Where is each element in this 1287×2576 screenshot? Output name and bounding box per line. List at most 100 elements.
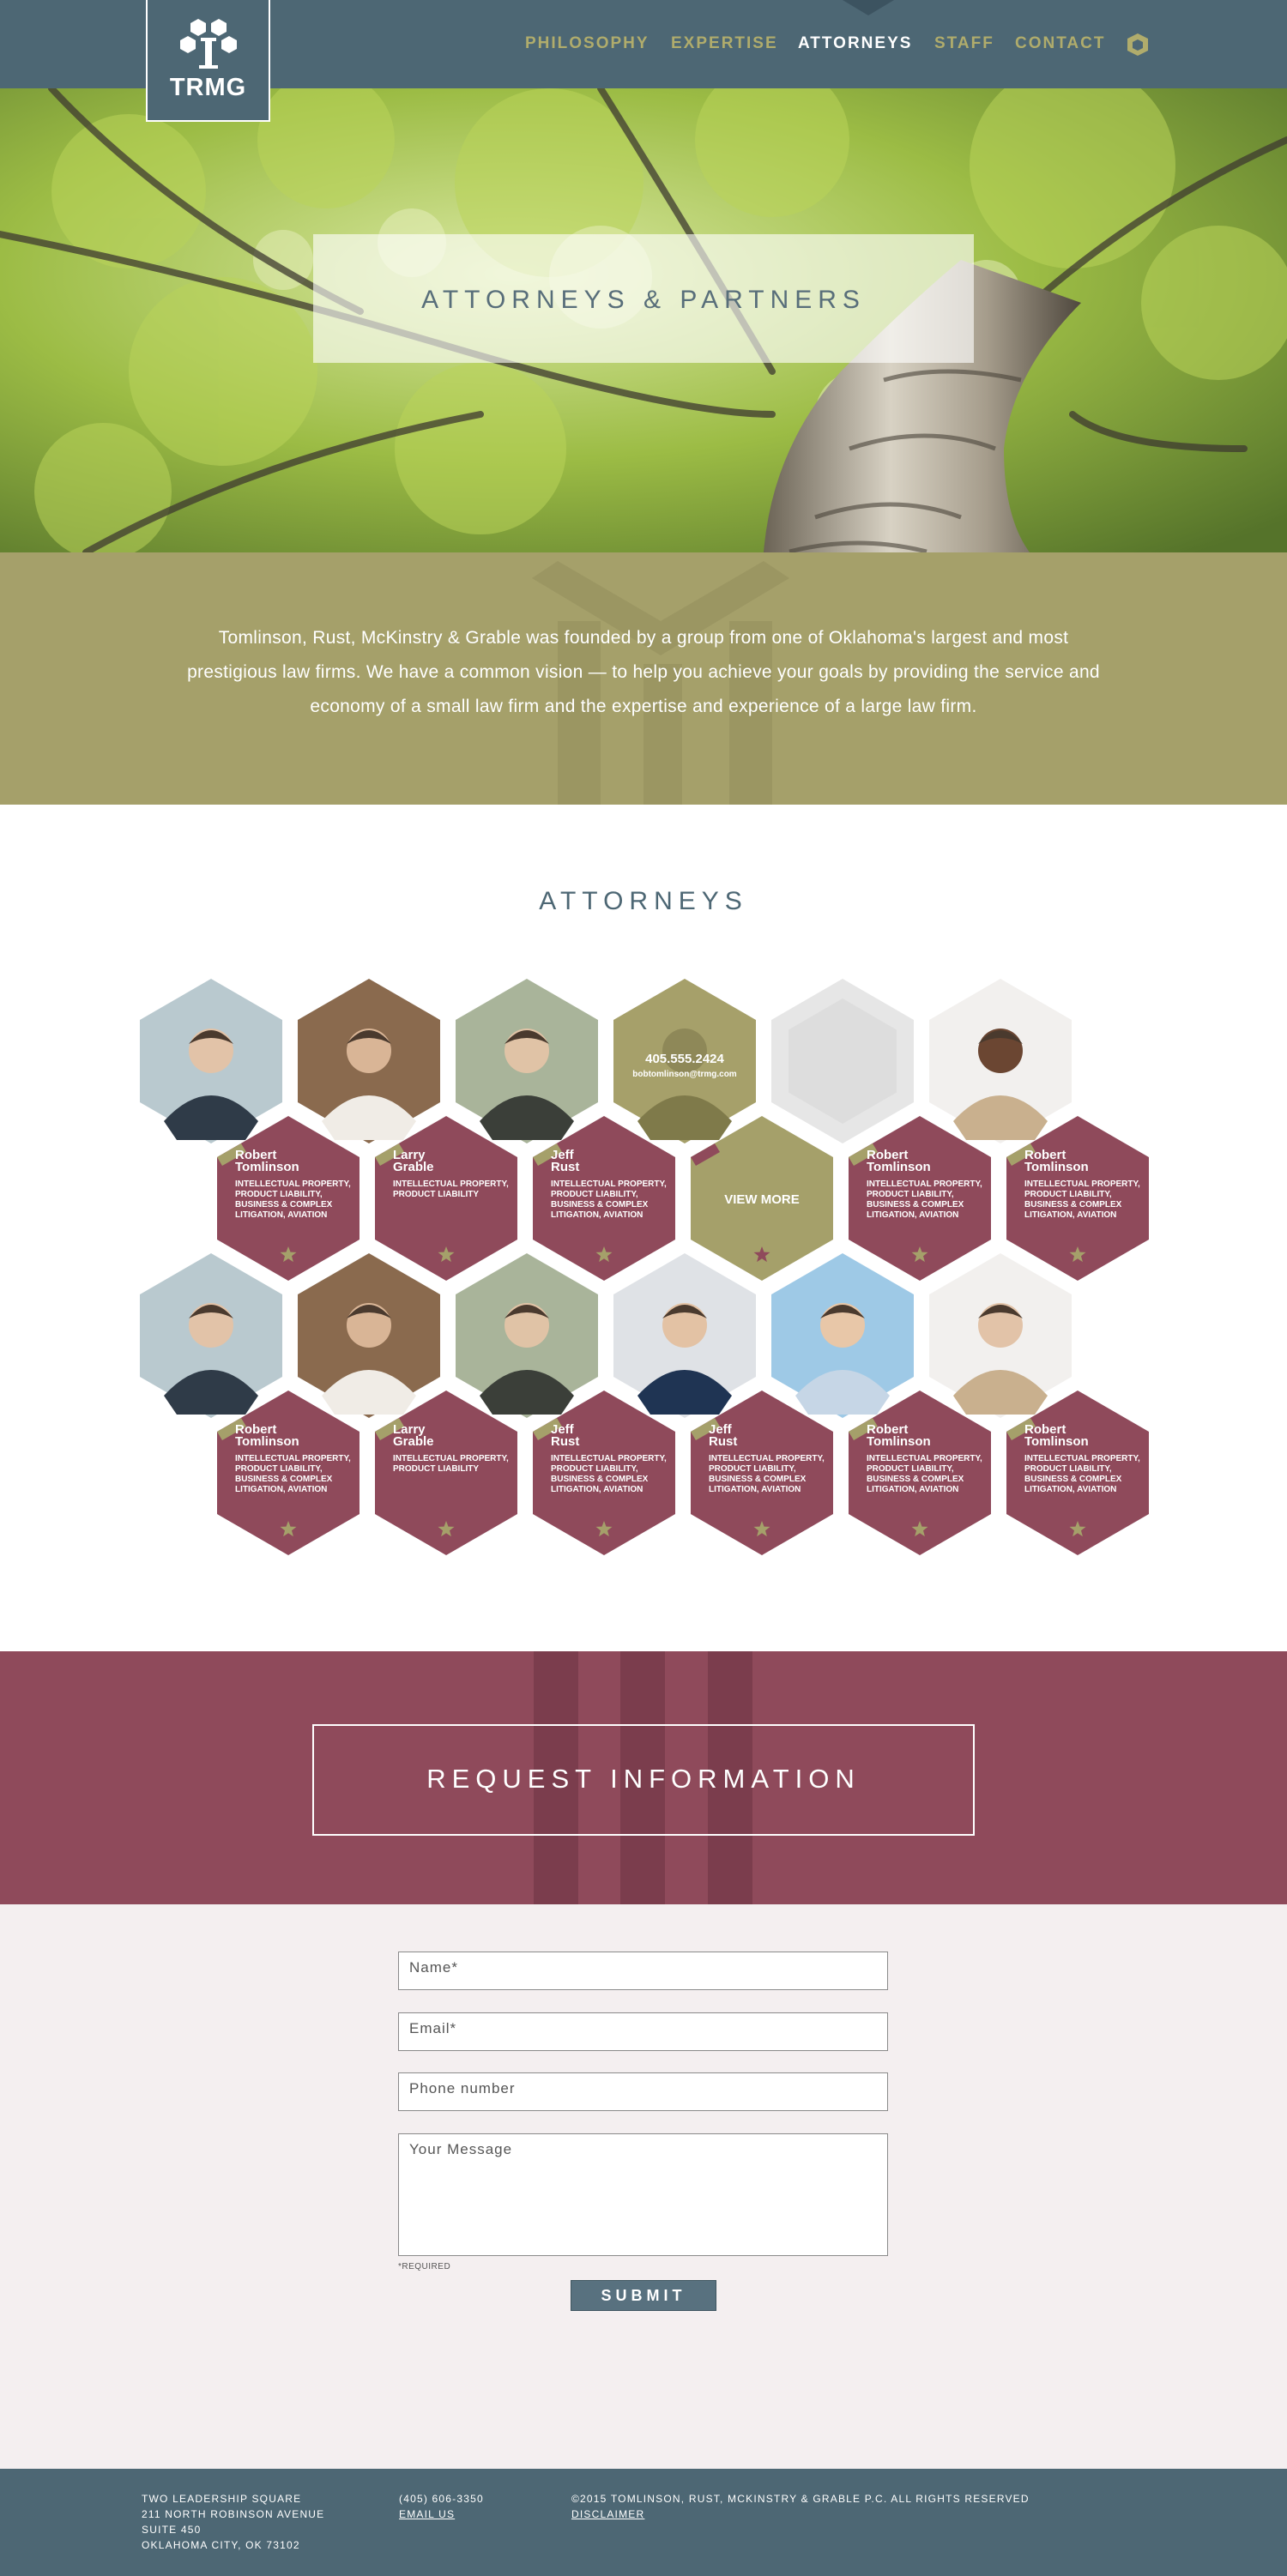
attorney-last-name: Rust [709, 1434, 737, 1449]
attorney-practice-area: INTELLECTUAL PROPERTY, [867, 1179, 982, 1189]
attorney-photo[interactable] [298, 979, 440, 1143]
attorney-last-name: Tomlinson [1024, 1160, 1089, 1174]
logo[interactable]: TRMG [146, 0, 270, 122]
attorney-photo[interactable] [771, 979, 914, 1143]
hover-email[interactable]: bobtomlinson@trmg.com [632, 1070, 737, 1079]
attorney-photo[interactable] [140, 1253, 282, 1418]
attorney-practice-area: INTELLECTUAL PROPERTY, [1024, 1179, 1140, 1189]
attorney-practice-area: BUSINESS & COMPLEX [1024, 1200, 1122, 1210]
request-title-box: REQUEST INFORMATION [312, 1724, 975, 1836]
attorney-practice-area: PRODUCT LIABILITY [393, 1190, 479, 1199]
attorney-practice-area: BUSINESS & COMPLEX [551, 1200, 649, 1210]
attorney-photo[interactable] [771, 1253, 914, 1418]
submit-button[interactable]: SUBMIT [571, 2280, 716, 2311]
shield-icon[interactable] [1127, 33, 1149, 57]
attorney-card[interactable]: RobertTomlinsonINTELLECTUAL PROPERTY,PRO… [1006, 1116, 1149, 1281]
address-line: SUITE 450 [142, 2524, 202, 2536]
site-footer: TWO LEADERSHIP SQUARE 211 NORTH ROBINSON… [0, 2469, 1287, 2576]
required-note: *REQUIRED [398, 2262, 451, 2271]
attorney-practice-area: BUSINESS & COMPLEX [709, 1475, 807, 1484]
attorney-photo[interactable] [456, 979, 598, 1143]
footer-contact: (405) 606-3350 EMAIL US [399, 2491, 484, 2522]
attorney-practice-area: LITIGATION, AVIATION [235, 1485, 327, 1494]
attorney-card[interactable]: RobertTomlinsonINTELLECTUAL PROPERTY,PRO… [1006, 1391, 1149, 1555]
attorney-practice-area: INTELLECTUAL PROPERTY, [551, 1179, 667, 1189]
attorney-card[interactable]: LarryGrableINTELLECTUAL PROPERTY,PRODUCT… [375, 1116, 517, 1281]
attorney-practice-area: BUSINESS & COMPLEX [867, 1475, 964, 1484]
email-us-link[interactable]: EMAIL US [399, 2507, 484, 2522]
request-info-section: REQUEST INFORMATION [0, 1651, 1287, 1904]
attorney-last-name: Grable [393, 1160, 434, 1174]
attorney-practice-area: LITIGATION, AVIATION [709, 1485, 801, 1494]
attorney-practice-area: LITIGATION, AVIATION [1024, 1485, 1116, 1494]
attorney-card[interactable]: RobertTomlinsonINTELLECTUAL PROPERTY,PRO… [849, 1116, 991, 1281]
attorney-practice-area: PRODUCT LIABILITY, [235, 1464, 323, 1474]
attorneys-heading: ATTORNEYS [539, 887, 748, 915]
attorney-practice-area: BUSINESS & COMPLEX [551, 1475, 649, 1484]
attorney-practice-area: PRODUCT LIABILITY, [1024, 1190, 1112, 1199]
attorney-photo[interactable] [298, 1253, 440, 1418]
attorney-card[interactable]: RobertTomlinsonINTELLECTUAL PROPERTY,PRO… [217, 1116, 360, 1281]
attorney-photo[interactable] [613, 1253, 756, 1418]
nav-staff[interactable]: STAFF [934, 34, 994, 53]
disclaimer-link[interactable]: DISCLAIMER [571, 2507, 1030, 2522]
attorney-photo[interactable] [140, 979, 282, 1143]
attorney-card[interactable]: RobertTomlinsonINTELLECTUAL PROPERTY,PRO… [217, 1391, 360, 1555]
attorney-last-name: Tomlinson [235, 1160, 299, 1174]
attorney-last-name: Tomlinson [867, 1160, 931, 1174]
attorney-practice-area: INTELLECTUAL PROPERTY, [393, 1179, 509, 1189]
attorney-practice-area: INTELLECTUAL PROPERTY, [235, 1179, 351, 1189]
attorney-last-name: Tomlinson [1024, 1434, 1089, 1449]
nav-expertise[interactable]: EXPERTISE [671, 34, 778, 53]
attorney-practice-area: BUSINESS & COMPLEX [867, 1200, 964, 1210]
attorney-practice-area: PRODUCT LIABILITY, [235, 1190, 323, 1199]
message-field[interactable]: Your Message [398, 2133, 888, 2256]
attorney-practice-area: LITIGATION, AVIATION [551, 1485, 643, 1494]
attorney-practice-area: PRODUCT LIABILITY, [867, 1464, 954, 1474]
address-line: 211 NORTH ROBINSON AVENUE [142, 2508, 325, 2520]
attorney-photo[interactable]: 405.555.2424 bobtomlinson@trmg.com [613, 979, 756, 1143]
attorney-card[interactable]: JeffRustINTELLECTUAL PROPERTY,PRODUCT LI… [691, 1391, 833, 1555]
attorney-photo[interactable] [929, 1253, 1072, 1418]
nav-contact[interactable]: CONTACT [1015, 34, 1105, 53]
attorney-practice-area: INTELLECTUAL PROPERTY, [393, 1454, 509, 1463]
hero-banner: ATTORNEYS & PARTNERS [0, 88, 1287, 552]
name-field[interactable]: Name* [398, 1952, 888, 1990]
attorney-practice-area: LITIGATION, AVIATION [1024, 1210, 1116, 1220]
attorney-practice-area: BUSINESS & COMPLEX [235, 1200, 333, 1210]
attorney-practice-area: INTELLECTUAL PROPERTY, [1024, 1454, 1140, 1463]
attorney-practice-area: INTELLECTUAL PROPERTY, [709, 1454, 825, 1463]
logo-hexagon-icon [180, 19, 237, 69]
attorney-practice-area: PRODUCT LIABILITY, [551, 1190, 638, 1199]
attorney-grid: RobertTomlinsonINTELLECTUAL PROPERTY,PRO… [140, 979, 1149, 1555]
active-nav-indicator [843, 0, 894, 15]
attorney-practice-area: LITIGATION, AVIATION [867, 1485, 958, 1494]
attorney-last-name: Tomlinson [867, 1434, 931, 1449]
attorney-practice-area: LITIGATION, AVIATION [551, 1210, 643, 1220]
email-field[interactable]: Email* [398, 2012, 888, 2051]
attorney-card[interactable]: RobertTomlinsonINTELLECTUAL PROPERTY,PRO… [849, 1391, 991, 1555]
nav-philosophy[interactable]: PHILOSOPHY [525, 34, 650, 53]
attorney-practice-area: BUSINESS & COMPLEX [1024, 1475, 1122, 1484]
attorney-practice-area: LITIGATION, AVIATION [867, 1210, 958, 1220]
attorney-card[interactable]: LarryGrableINTELLECTUAL PROPERTY,PRODUCT… [375, 1391, 517, 1555]
phone-field[interactable]: Phone number [398, 2072, 888, 2111]
nav-attorneys[interactable]: ATTORNEYS [798, 34, 912, 53]
attorney-practice-area: PRODUCT LIABILITY, [709, 1464, 796, 1474]
attorney-practice-area: INTELLECTUAL PROPERTY, [551, 1454, 667, 1463]
attorney-photo[interactable] [456, 1253, 598, 1418]
attorney-practice-area: LITIGATION, AVIATION [235, 1210, 327, 1220]
view-more-label[interactable]: VIEW MORE [724, 1192, 800, 1207]
attorney-photo[interactable] [929, 979, 1072, 1143]
intro-section: Tomlinson, Rust, McKinstry & Grable was … [0, 552, 1287, 805]
attorney-practice-area: INTELLECTUAL PROPERTY, [235, 1454, 351, 1463]
attorney-practice-area: PRODUCT LIABILITY, [551, 1464, 638, 1474]
attorney-last-name: Tomlinson [235, 1434, 299, 1449]
attorney-card[interactable]: JeffRustINTELLECTUAL PROPERTY,PRODUCT LI… [533, 1116, 675, 1281]
view-more-card[interactable]: VIEW MORE [691, 1116, 833, 1281]
intro-text: Tomlinson, Rust, McKinstry & Grable was … [187, 628, 1100, 716]
logo-text: TRMG [169, 74, 247, 101]
attorney-last-name: Rust [551, 1160, 579, 1174]
request-title: REQUEST INFORMATION [426, 1764, 861, 1794]
attorney-card[interactable]: JeffRustINTELLECTUAL PROPERTY,PRODUCT LI… [533, 1391, 675, 1555]
